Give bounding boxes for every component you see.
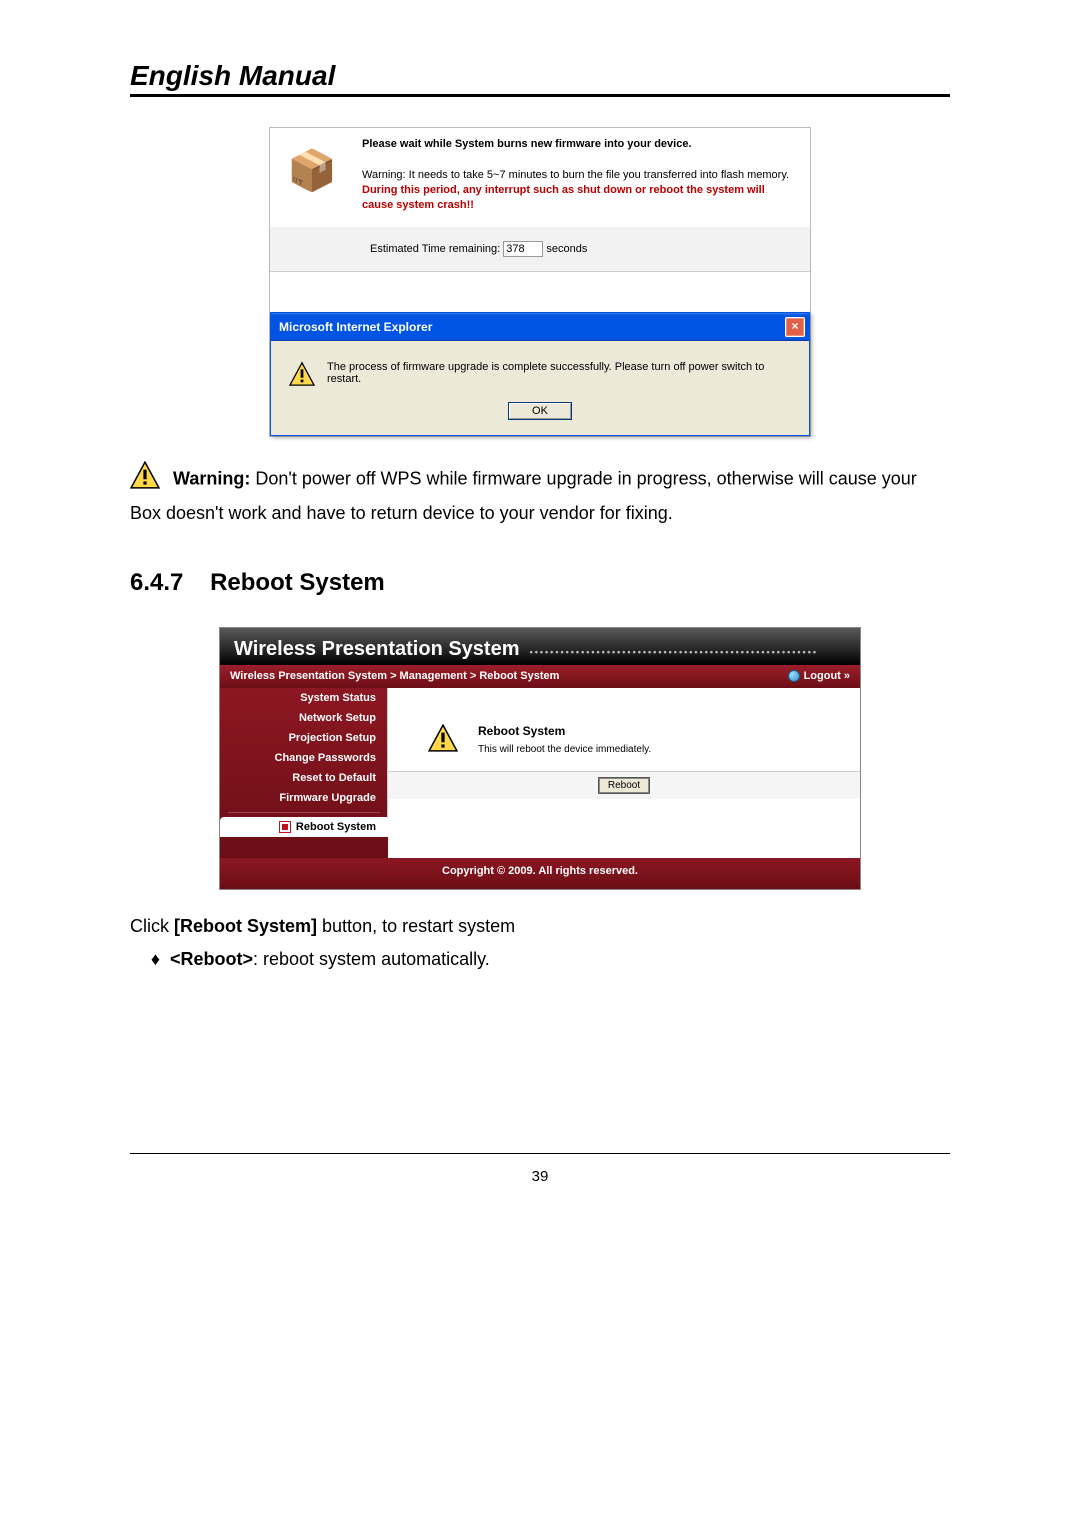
sidebar-item-reboot-system[interactable]: Reboot System [220, 817, 388, 837]
ie-title-text: Microsoft Internet Explorer [279, 320, 432, 334]
panel-title: Reboot System [478, 724, 651, 738]
sidebar-item-firmware-upgrade[interactable]: Firmware Upgrade [220, 788, 388, 808]
wps-footer: Copyright © 2009. All rights reserved. [220, 858, 860, 889]
wps-content: Reboot System This will reboot the devic… [387, 688, 860, 818]
panel-subtitle: This will reboot the device immediately. [478, 744, 651, 755]
firmware-box-icon: 📦 [280, 138, 344, 202]
warning-icon [428, 724, 458, 755]
logout-label: Logout » [804, 670, 850, 682]
wps-panel: Reboot System This will reboot the devic… [388, 688, 860, 771]
sidebar-item-network-setup[interactable]: Network Setup [220, 708, 388, 728]
ok-button[interactable]: OK [509, 403, 571, 419]
ie-titlebar: Microsoft Internet Explorer × [271, 313, 809, 341]
close-icon[interactable]: × [785, 317, 805, 337]
firmware-estimate-row: Estimated Time remaining: seconds [270, 227, 810, 271]
wps-panel-text: Reboot System This will reboot the devic… [478, 724, 651, 755]
trail-bullet-reboot: <Reboot>: reboot system automatically. [170, 945, 950, 974]
section-heading: 6.4.7 Reboot System [130, 569, 950, 597]
wps-sidebar: System Status Network Setup Projection S… [220, 688, 388, 858]
trail-l1-bold: [Reboot System] [174, 916, 317, 936]
firmware-screenshot: 📦 Please wait while System burns new fir… [269, 127, 811, 437]
firmware-warn-pre: Warning: It needs to take 5~7 minutes to… [362, 169, 789, 181]
wps-banner-text: Wireless Presentation System [234, 638, 520, 660]
ie-button-row: OK [271, 395, 809, 435]
sidebar-item-system-status[interactable]: System Status [220, 688, 388, 708]
reboot-button[interactable]: Reboot [599, 778, 649, 793]
page-footer: 39 [130, 1153, 950, 1185]
warning-label: Warning: [173, 468, 250, 488]
wps-banner: Wireless Presentation System •••••••••••… [220, 628, 860, 665]
trail-bullet-post: : reboot system automatically. [253, 949, 490, 969]
trail-bullet-bold: <Reboot> [170, 949, 253, 969]
trailing-text: Click [Reboot System] button, to restart… [130, 912, 950, 974]
firmware-wait-text: Please wait while System burns new firmw… [362, 138, 794, 150]
trailing-bullets: <Reboot>: reboot system automatically. [170, 945, 950, 974]
trail-l1-pre: Click [130, 916, 174, 936]
warning-paragraph: Warning: Don't power off WPS while firmw… [130, 461, 950, 529]
manual-title: English Manual [130, 60, 950, 97]
breadcrumb: Wireless Presentation System > Managemen… [230, 670, 559, 682]
firmware-est-label: Estimated Time remaining: [370, 243, 503, 255]
logout-link[interactable]: Logout » [788, 670, 850, 682]
firmware-time-input[interactable] [503, 241, 543, 257]
firmware-top-row: 📦 Please wait while System burns new fir… [270, 128, 810, 227]
page-number: 39 [532, 1168, 549, 1185]
ie-dialog-message: The process of firmware upgrade is compl… [315, 361, 791, 387]
sidebar-separator [228, 812, 380, 813]
wps-main: Reboot System This will reboot the devic… [388, 688, 860, 858]
firmware-est-unit: seconds [546, 243, 587, 255]
wps-button-row: Reboot [388, 771, 860, 799]
firmware-warning-text: Warning: It needs to take 5~7 minutes to… [362, 168, 794, 213]
logout-icon [788, 670, 800, 682]
warning-icon [289, 361, 315, 387]
firmware-spacer [270, 271, 810, 312]
firmware-text: Please wait while System burns new firmw… [344, 138, 794, 213]
wps-screenshot: Wireless Presentation System •••••••••••… [219, 627, 861, 890]
ie-dialog-body: The process of firmware upgrade is compl… [271, 341, 809, 395]
sidebar-item-projection-setup[interactable]: Projection Setup [220, 728, 388, 748]
section-number: 6.4.7 [130, 569, 183, 596]
section-title: Reboot System [210, 569, 385, 596]
wps-low-space [388, 818, 860, 848]
sidebar-item-reset-to-default[interactable]: Reset to Default [220, 768, 388, 788]
warning-icon [130, 461, 160, 499]
firmware-warn-red: During this period, any interrupt such a… [362, 184, 765, 211]
ie-dialog: Microsoft Internet Explorer × The proces… [270, 312, 810, 436]
reboot-icon [279, 821, 291, 833]
trail-l1-post: button, to restart system [322, 916, 515, 936]
trailing-line1: Click [Reboot System] button, to restart… [130, 912, 950, 941]
banner-dots: ••••••••••••••••••••••••••••••••••••••••… [525, 647, 818, 657]
wps-body: System Status Network Setup Projection S… [220, 688, 860, 858]
sidebar-item-change-passwords[interactable]: Change Passwords [220, 748, 388, 768]
sidebar-active-label: Reboot System [296, 821, 376, 833]
wps-breadcrumb-bar: Wireless Presentation System > Managemen… [220, 665, 860, 688]
